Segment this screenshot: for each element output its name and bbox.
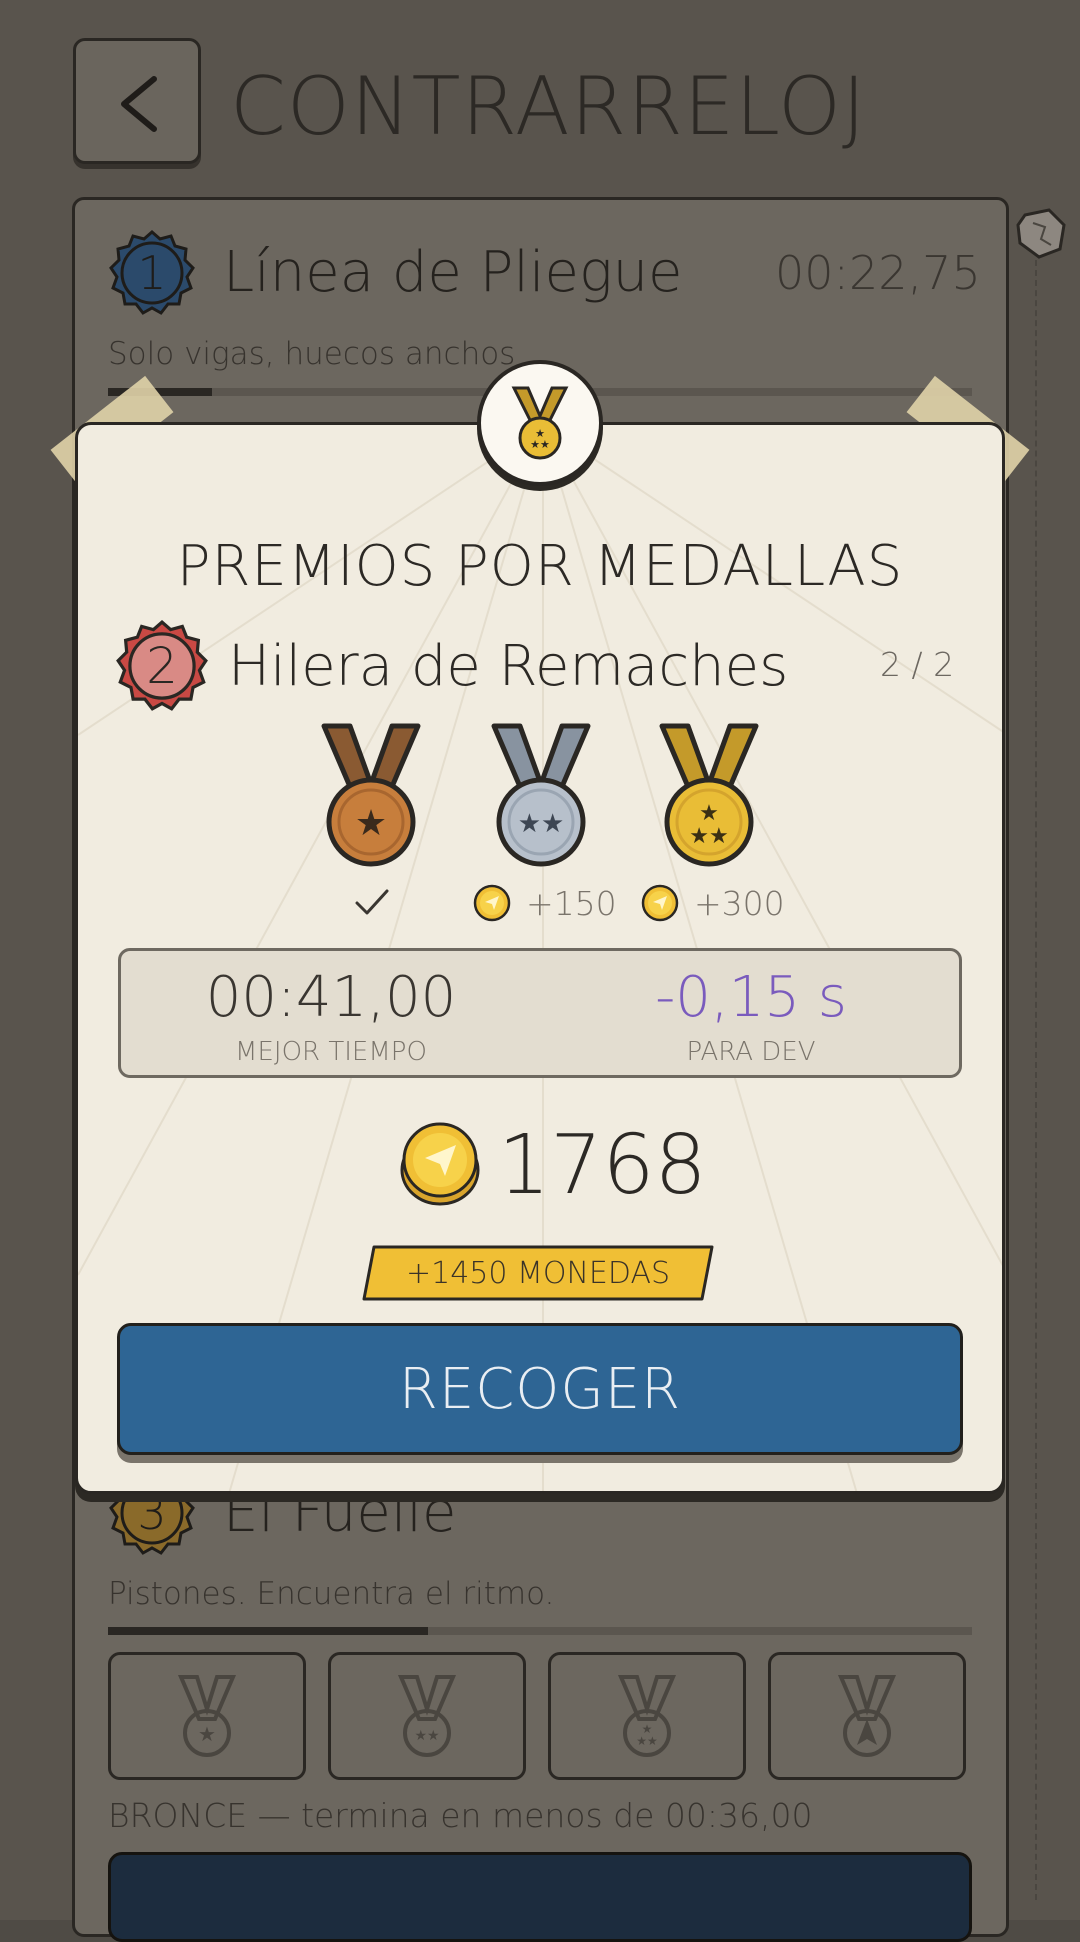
svg-text:★: ★ — [198, 1722, 216, 1746]
level-3-progress-fill — [108, 1627, 428, 1635]
silver-medal-icon: ★★ — [397, 1675, 457, 1757]
gold-medal-icon: ★ ★★ — [511, 386, 569, 460]
gold-medal-icon: ★ ★★ — [659, 723, 759, 867]
level-1-number: 1 — [137, 246, 167, 300]
screen: CONTRARRELOJ 1 Línea de Pliegue 00:22,75… — [0, 0, 1080, 1942]
coin-total: 1768 — [498, 1118, 707, 1213]
bronze-claimed-check-icon — [354, 888, 390, 922]
level-3-medal-hint: BRONCE — termina en menos de 00:36,00 — [108, 1796, 813, 1835]
svg-text:★★: ★★ — [518, 809, 565, 839]
gold-reward: +300 — [640, 880, 785, 926]
level-3-play-button[interactable] — [108, 1852, 972, 1942]
bronze-medal: ★ — [318, 722, 424, 874]
bonus-coins-label: +1450 MONEDAS — [405, 1255, 671, 1291]
dev-delta-value: -0,15 s — [655, 965, 847, 1030]
modal-medal-count: 2 / 2 — [880, 645, 955, 684]
level-3-medal-slot-silver[interactable]: ★★ — [328, 1652, 526, 1780]
silver-reward: +150 — [472, 880, 617, 926]
modal-level-name: Hilera de Remaches — [228, 634, 789, 699]
bonus-coins-tag: +1450 MONEDAS — [362, 1245, 714, 1301]
level-3-medal-slot-bronze[interactable]: ★ — [108, 1652, 306, 1780]
gold-reward-amount: +300 — [694, 883, 785, 923]
modal-level-badge: 2 — [116, 620, 208, 712]
collect-button[interactable]: RECOGER — [117, 1323, 963, 1455]
silver-medal-icon: ★★ — [491, 723, 591, 867]
svg-text:★: ★ — [699, 801, 719, 826]
silver-reward-amount: +150 — [526, 883, 617, 923]
rock-icon — [1015, 207, 1067, 263]
gold-medal: ★ ★★ — [656, 722, 762, 874]
dev-delta-label: PARA DEV — [686, 1037, 816, 1067]
level-1-badge: 1 — [109, 230, 195, 316]
level-1-best-time: 00:22,75 — [775, 246, 981, 300]
modal-medal-emblem: ★ ★★ — [477, 360, 603, 486]
svg-text:★★: ★★ — [530, 438, 550, 451]
best-time-label: MEJOR TIEMPO — [235, 1037, 427, 1067]
level-3-progress — [108, 1627, 972, 1635]
level-1-title[interactable]: Línea de Pliegue — [223, 240, 683, 305]
gold-medal-icon: ★ ★★ — [617, 1675, 677, 1757]
svg-text:★★: ★★ — [414, 1728, 439, 1744]
back-button[interactable] — [73, 38, 201, 164]
chevron-left-icon — [121, 76, 157, 132]
coin-stack-icon — [398, 1118, 482, 1212]
svg-text:★★: ★★ — [636, 1734, 658, 1748]
best-time-value: 00:41,00 — [205, 965, 457, 1030]
dev-medal-icon — [837, 1675, 897, 1757]
level-1-description: Solo vigas, huecos anchos — [108, 336, 516, 372]
svg-text:★★: ★★ — [689, 824, 728, 849]
svg-text:★: ★ — [355, 803, 387, 844]
time-stats-box: 00:41,00 MEJOR TIEMPO -0,15 s PARA DEV — [118, 948, 962, 1078]
path-line — [1035, 260, 1037, 1900]
screen-title: CONTRARRELOJ — [230, 60, 867, 153]
modal-title: PREMIOS POR MEDALLAS — [176, 534, 904, 599]
coin-icon — [473, 884, 511, 922]
coin-icon — [641, 884, 679, 922]
bronze-medal-icon: ★ — [177, 1675, 237, 1757]
level-3-medal-slot-dev[interactable] — [768, 1652, 966, 1780]
level-3-medal-slot-gold[interactable]: ★ ★★ — [548, 1652, 746, 1780]
level-3-description: Pistones. Encuentra el ritmo. — [108, 1576, 555, 1612]
silver-medal: ★★ — [488, 722, 594, 874]
bronze-medal-icon: ★ — [321, 723, 421, 867]
modal-level-number: 2 — [146, 637, 178, 695]
